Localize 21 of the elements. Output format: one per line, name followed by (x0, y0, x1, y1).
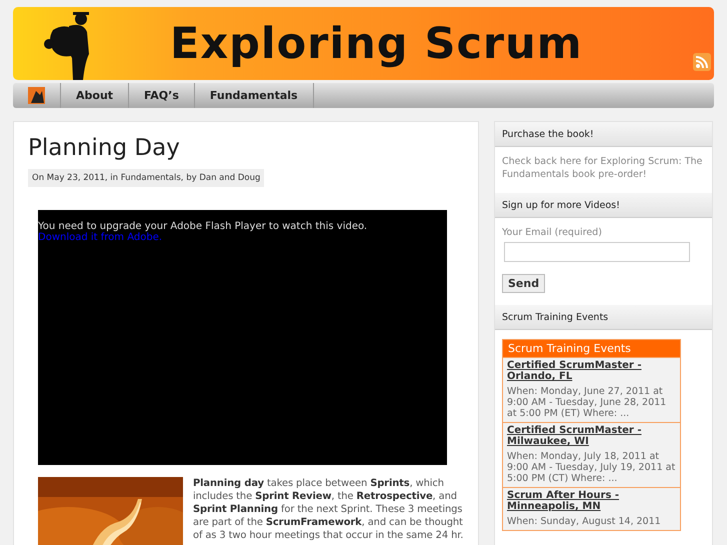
event-link[interactable]: Certified ScrumMaster - Orlando, FL (507, 360, 676, 382)
widget-title: Sign up for more Videos! (495, 193, 712, 218)
nav-link[interactable]: Fundamentals (194, 83, 314, 108)
event-details: When: Monday, June 27, 2011 at 9:00 AM - Tuesday, June 28, 2011 at 5:00 PM (ET) Where: ... (507, 386, 668, 419)
event-details: When: Sunday, August 14, 2011 (507, 516, 662, 527)
nav-link[interactable]: FAQ’s (129, 83, 195, 108)
post-text: Planning day takes place between Sprints, which includes the Sprint Review, the Retrospective, and Sprint Planning for the next Sprint. These 3 meetings are part of the ScrumFramework, and can be thought of as 3 two hour meetings that occur in the same 24 hr. (193, 477, 464, 543)
site-title: Exploring Scrum (170, 18, 583, 68)
flash-message: You need to upgrade your Adobe Flash Player to watch this video. (38, 221, 368, 232)
widget-title: Purchase the book! (495, 122, 712, 147)
widget-title: Scrum Training Events (495, 305, 712, 330)
send-button[interactable]: Send (502, 274, 546, 293)
field-label: Your Email (required) (502, 227, 602, 238)
widget-text: Check back here for Exploring Scrum: The Fundamentals book pre-order! (501, 155, 704, 182)
event-link[interactable]: Certified ScrumMaster - Milwaukee, WI (507, 425, 676, 447)
event-link[interactable]: Scrum After Hours - Minneapolis, MN (507, 490, 676, 512)
nav-link[interactable]: About (61, 83, 130, 108)
events-box-title: Scrum Training Events (503, 340, 680, 357)
post-meta: On May 23, 2011, in Fundamentals, by Dan and Doug (28, 169, 264, 187)
event-details: When: Monday, July 18, 2011 at 9:00 AM - Tuesday, July 19, 2011 at 5:00 PM (CT) Where: ... (507, 451, 676, 484)
post-title: Planning Day (28, 135, 181, 161)
